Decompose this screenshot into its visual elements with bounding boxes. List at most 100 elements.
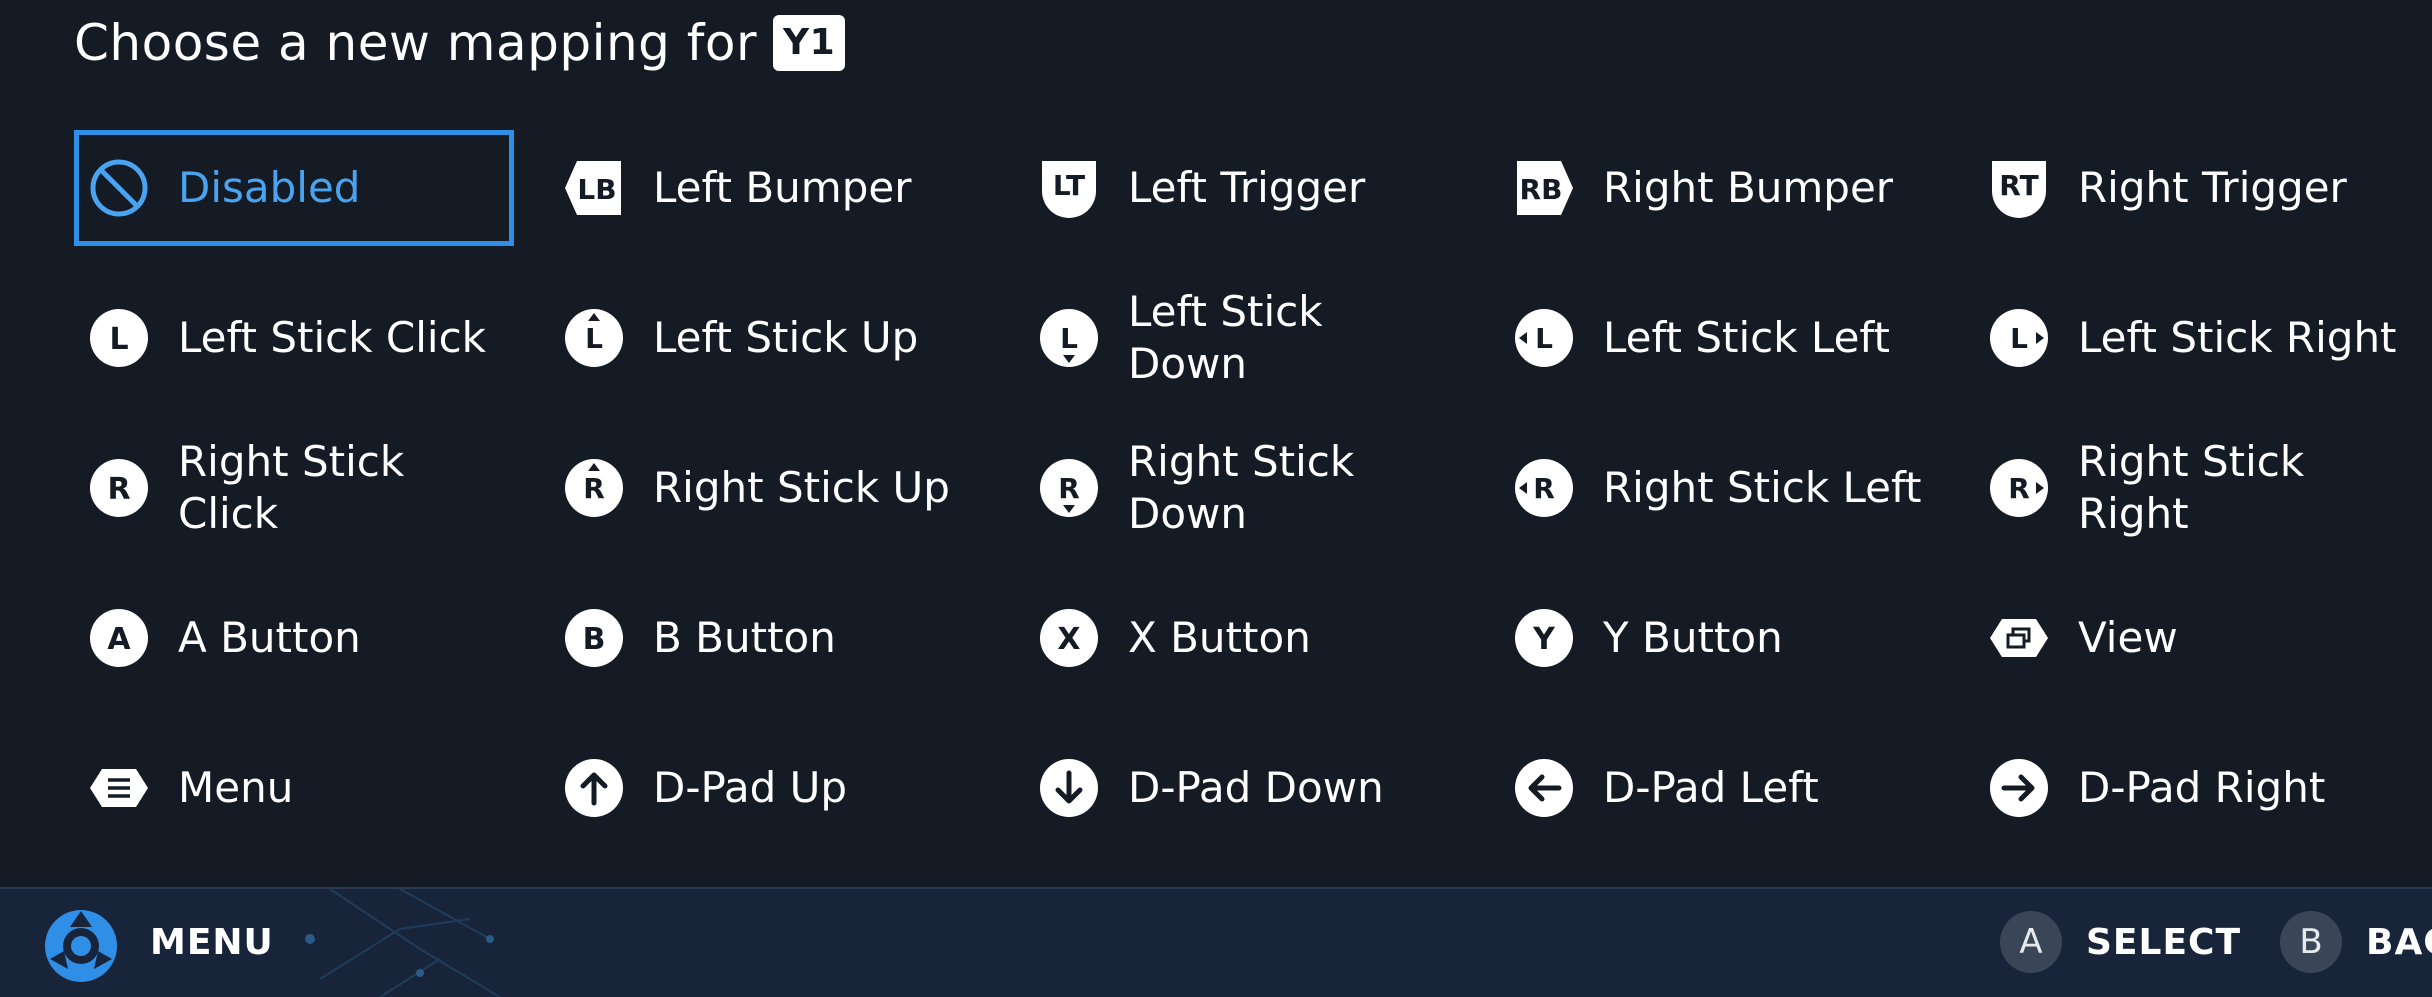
footer-menu-label[interactable]: MENU — [150, 919, 274, 967]
mapping-option-label: Right Stick Up — [653, 463, 950, 512]
mapping-option-left-trigger[interactable]: LT Left Trigger — [1024, 130, 1464, 246]
left-bumper-icon: LB — [563, 157, 625, 219]
svg-text:Y: Y — [1532, 622, 1556, 657]
app-logo-icon[interactable] — [42, 907, 120, 985]
left-stick-click-icon: L — [88, 307, 150, 369]
svg-text:R: R — [1058, 472, 1080, 505]
right-stick-right-icon: R — [1988, 457, 2050, 519]
svg-text:L: L — [109, 322, 128, 357]
left-stick-down-icon: L — [1038, 307, 1100, 369]
mapping-option-label: D-Pad Left — [1603, 763, 1819, 812]
mapping-option-right-bumper[interactable]: RB Right Bumper — [1499, 130, 1939, 246]
mapping-option-label: Right Stick Down — [1128, 437, 1355, 538]
dpad-right-icon — [1988, 757, 2050, 819]
a-button-icon: A — [88, 607, 150, 669]
mapping-option-d-pad-down[interactable]: D-Pad Down — [1024, 730, 1464, 846]
disabled-icon — [88, 157, 150, 219]
mapping-option-right-stick-click[interactable]: R Right Stick Click — [74, 430, 514, 546]
mapping-option-label: Left Bumper — [653, 163, 912, 212]
mapping-option-label: Right Trigger — [2078, 163, 2347, 212]
mapping-option-d-pad-up[interactable]: D-Pad Up — [549, 730, 989, 846]
mapping-option-label: D-Pad Up — [653, 763, 848, 812]
right-stick-left-icon: R — [1513, 457, 1575, 519]
mapping-grid: Disabled LB Left Bumper LT Left Trigger RB Rig… — [74, 130, 2432, 880]
mapping-option-view[interactable]: View — [1974, 580, 2414, 696]
back-hint-label: BAC — [2366, 921, 2432, 963]
mapping-option-x-button[interactable]: X X Button — [1024, 580, 1464, 696]
svg-text:A: A — [107, 622, 131, 657]
svg-text:RT: RT — [1999, 169, 2038, 202]
key-badge: Y1 — [773, 15, 846, 71]
a-hint-icon: A — [2000, 911, 2062, 973]
mapping-option-right-stick-up[interactable]: R Right Stick Up — [549, 430, 989, 546]
view-icon — [1988, 607, 2050, 669]
svg-text:LT: LT — [1053, 169, 1085, 202]
mapping-option-d-pad-right[interactable]: D-Pad Right — [1974, 730, 2414, 846]
svg-text:L: L — [585, 322, 603, 355]
left-stick-right-icon: L — [1988, 307, 2050, 369]
svg-text:L: L — [1060, 322, 1078, 355]
mapping-option-label: Left Stick Right — [2078, 313, 2397, 362]
select-hint-label: SELECT — [2086, 921, 2242, 963]
select-hint[interactable]: A SELECT — [2000, 911, 2241, 973]
back-hint[interactable]: B BAC — [2280, 911, 2432, 973]
title-prompt: Choose a new mapping for — [74, 14, 758, 72]
right-stick-click-icon: R — [88, 457, 150, 519]
mapping-option-label: B Button — [653, 613, 836, 662]
svg-text:RB: RB — [1520, 173, 1563, 206]
mapping-option-d-pad-left[interactable]: D-Pad Left — [1499, 730, 1939, 846]
right-stick-up-icon: R — [563, 457, 625, 519]
mapping-option-y-button[interactable]: Y Y Button — [1499, 580, 1939, 696]
mapping-option-label: Right Stick Left — [1603, 463, 1922, 512]
mapping-option-right-stick-right[interactable]: R Right Stick Right — [1974, 430, 2414, 546]
mapping-option-label: Left Trigger — [1128, 163, 1366, 212]
mapping-option-left-stick-click[interactable]: L Left Stick Click — [74, 280, 514, 396]
mapping-option-a-button[interactable]: A A Button — [74, 580, 514, 696]
mapping-option-right-stick-left[interactable]: R Right Stick Left — [1499, 430, 1939, 546]
mapping-option-left-bumper[interactable]: LB Left Bumper — [549, 130, 989, 246]
mapping-option-label: Left Stick Down — [1128, 287, 1323, 388]
footer-bar: MENU A SELECT B BAC — [0, 887, 2432, 997]
left-trigger-icon: LT — [1038, 157, 1100, 219]
mapping-option-label: A Button — [178, 613, 361, 662]
page-title: Choose a new mapping for Y1 — [74, 12, 846, 74]
mapping-option-label: Right Stick Click — [178, 437, 405, 538]
mapping-option-left-stick-up[interactable]: L Left Stick Up — [549, 280, 989, 396]
mapping-option-menu[interactable]: Menu — [74, 730, 514, 846]
y-button-icon: Y — [1513, 607, 1575, 669]
mapping-option-label: D-Pad Down — [1128, 763, 1384, 812]
mapping-option-left-stick-down[interactable]: L Left Stick Down — [1024, 280, 1464, 396]
mapping-option-disabled[interactable]: Disabled — [74, 130, 514, 246]
mapping-option-label: Right Stick Right — [2078, 437, 2305, 538]
svg-text:X: X — [1057, 622, 1080, 657]
mapping-option-label: X Button — [1128, 613, 1311, 662]
svg-text:R: R — [1533, 472, 1555, 505]
mapping-option-label: Disabled — [178, 163, 361, 212]
dpad-down-icon — [1038, 757, 1100, 819]
mapping-option-right-trigger[interactable]: RT Right Trigger — [1974, 130, 2414, 246]
dpad-up-icon — [563, 757, 625, 819]
mapping-option-left-stick-left[interactable]: L Left Stick Left — [1499, 280, 1939, 396]
mapping-option-label: Left Stick Click — [178, 313, 487, 362]
mapping-option-label: Y Button — [1603, 613, 1783, 662]
svg-text:R: R — [107, 472, 130, 507]
svg-text:L: L — [1535, 322, 1553, 355]
left-stick-left-icon: L — [1513, 307, 1575, 369]
mapping-option-b-button[interactable]: B B Button — [549, 580, 989, 696]
right-bumper-icon: RB — [1513, 157, 1575, 219]
mapping-option-label: View — [2078, 613, 2178, 662]
mapping-option-label: Right Bumper — [1603, 163, 1894, 212]
mapping-option-label: Left Stick Up — [653, 313, 919, 362]
right-trigger-icon: RT — [1988, 157, 2050, 219]
left-stick-up-icon: L — [563, 307, 625, 369]
dpad-left-icon — [1513, 757, 1575, 819]
right-stick-down-icon: R — [1038, 457, 1100, 519]
mapping-option-left-stick-right[interactable]: L Left Stick Right — [1974, 280, 2414, 396]
svg-text:L: L — [2010, 322, 2028, 355]
mapping-option-right-stick-down[interactable]: R Right Stick Down — [1024, 430, 1464, 546]
mapping-option-label: Menu — [178, 763, 294, 812]
mapping-option-label: D-Pad Right — [2078, 763, 2326, 812]
b-hint-icon: B — [2280, 911, 2342, 973]
b-button-icon: B — [563, 607, 625, 669]
x-button-icon: X — [1038, 607, 1100, 669]
